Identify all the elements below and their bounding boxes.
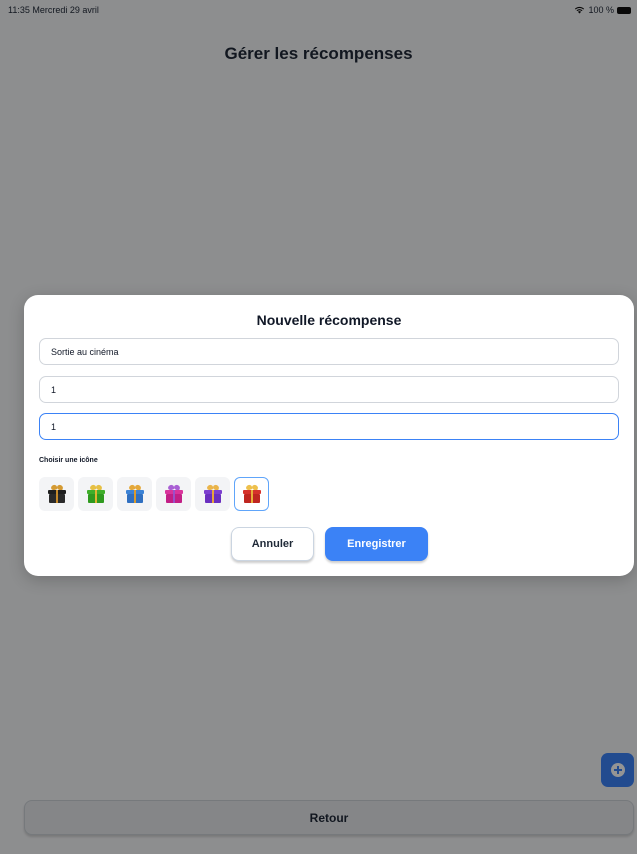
save-button[interactable]: Enregistrer: [325, 527, 428, 561]
icon-option[interactable]: [39, 477, 74, 511]
cancel-button[interactable]: Annuler: [231, 527, 314, 561]
new-reward-dialog: Nouvelle récompense Sortie au cinéma 1 1…: [24, 295, 634, 576]
reward-name-value: Sortie au cinéma: [51, 346, 119, 357]
gift-black-icon: [47, 484, 67, 504]
reward-number-value-2: 1: [51, 421, 57, 432]
reward-name-field[interactable]: Sortie au cinéma: [39, 338, 619, 365]
gift-blue-icon: [125, 484, 145, 504]
reward-number-field-2[interactable]: 1: [39, 413, 619, 440]
icon-option[interactable]: [117, 477, 152, 511]
gift-green-icon: [86, 484, 106, 504]
icon-option[interactable]: [195, 477, 230, 511]
gift-magenta-icon: [164, 484, 184, 504]
gift-purple-icon: [203, 484, 223, 504]
reward-number-value-1: 1: [51, 384, 57, 395]
icon-picker: [39, 477, 269, 511]
icon-option[interactable]: [78, 477, 113, 511]
icon-picker-label: Choisir une icône: [39, 457, 98, 464]
icon-option[interactable]: [234, 477, 269, 511]
gift-red-icon: [242, 484, 262, 504]
icon-option[interactable]: [156, 477, 191, 511]
dialog-title: Nouvelle récompense: [256, 312, 402, 328]
reward-number-field-1[interactable]: 1: [39, 376, 619, 403]
